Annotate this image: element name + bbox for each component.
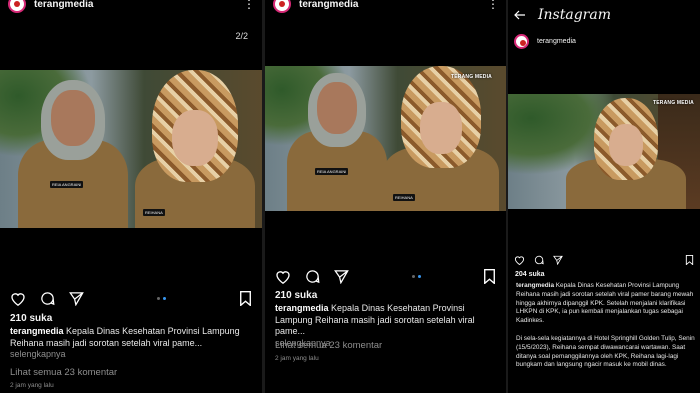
more-link[interactable]: selengkapnya	[10, 349, 66, 359]
caption-username[interactable]: terangmedia	[516, 282, 554, 289]
kebab-menu-icon[interactable]: ⋮	[487, 0, 499, 10]
heart-icon[interactable]	[10, 291, 26, 306]
likes-count[interactable]: 210 suka	[10, 313, 52, 324]
username[interactable]: terangmedia	[34, 0, 243, 10]
carousel-dots	[84, 296, 239, 300]
watermark: TERANG MEDIA	[652, 100, 694, 106]
kebab-menu-icon[interactable]: ⋮	[243, 0, 255, 10]
app-bar: Instagram	[508, 4, 700, 26]
caption-username[interactable]: terangmedia	[275, 303, 329, 313]
post-time: 2 jam yang lalu	[275, 355, 319, 362]
post-time: 2 jam yang lalu	[10, 382, 54, 389]
post-image[interactable]: TERANG MEDIA	[508, 94, 700, 209]
likes-count[interactable]: 210 suka	[275, 290, 317, 301]
watermark: TERANG MEDIA	[450, 74, 492, 80]
post-header: terangmedia ⋮	[265, 0, 506, 14]
caption: terangmedia Kepala Dinas Kesehatan Provi…	[10, 326, 258, 361]
app-title: Instagram	[538, 7, 611, 23]
heart-icon[interactable]	[514, 255, 525, 265]
bookmark-icon[interactable]	[239, 290, 252, 306]
share-icon[interactable]	[334, 269, 349, 284]
username[interactable]: terangmedia	[537, 38, 576, 45]
username[interactable]: terangmedia	[299, 0, 487, 10]
caption-username[interactable]: terangmedia	[10, 326, 64, 336]
post-panel-2: terangmedia ⋮ REIA ANGRAINI REIHANA TERA…	[265, 0, 506, 393]
caption: terangmedia Kepala Dinas Kesehatan Provi…	[516, 282, 696, 326]
bookmark-icon[interactable]	[685, 255, 694, 265]
view-comments-link[interactable]: Lihat semua 23 komentar	[10, 367, 117, 378]
avatar[interactable]	[514, 34, 529, 49]
name-tag: REIA ANGRAINI	[50, 181, 84, 188]
name-tag: REIHANA	[143, 209, 165, 216]
post-image[interactable]: REIA ANGRAINI REIHANA	[0, 70, 262, 228]
action-bar	[0, 290, 262, 306]
avatar[interactable]	[273, 0, 291, 13]
view-comments-link[interactable]: Lihat semua 23 komentar	[275, 340, 382, 351]
post-header: terangmedia	[514, 34, 576, 49]
post-image[interactable]: REIA ANGRAINI REIHANA TERANG MEDIA	[265, 66, 506, 211]
name-tag: REIA ANGRAINI	[315, 168, 349, 175]
heart-icon[interactable]	[275, 269, 291, 284]
carousel-dots	[349, 274, 483, 278]
likes-count[interactable]: 204 suka	[515, 271, 545, 278]
post-panel-3: Instagram terangmedia TERANG MEDIA 204 s…	[508, 0, 700, 393]
avatar[interactable]	[8, 0, 26, 13]
comment-icon[interactable]	[305, 269, 320, 284]
bookmark-icon[interactable]	[483, 268, 496, 284]
name-tag: REIHANA	[393, 194, 415, 201]
post-panel-1: terangmedia ⋮ 2/2 REIA ANGRAINI REIHANA …	[0, 0, 262, 393]
carousel-counter: 2/2	[235, 31, 248, 41]
action-bar	[265, 268, 506, 284]
share-icon[interactable]	[553, 255, 563, 265]
caption-paragraph: Di sela-sela kegiatannya di Hotel Spring…	[516, 335, 695, 369]
comment-icon[interactable]	[534, 255, 544, 265]
back-arrow-icon[interactable]	[514, 9, 526, 21]
action-bar	[508, 254, 700, 266]
post-header: terangmedia ⋮	[0, 0, 262, 14]
share-icon[interactable]	[69, 291, 84, 306]
comment-icon[interactable]	[40, 291, 55, 306]
